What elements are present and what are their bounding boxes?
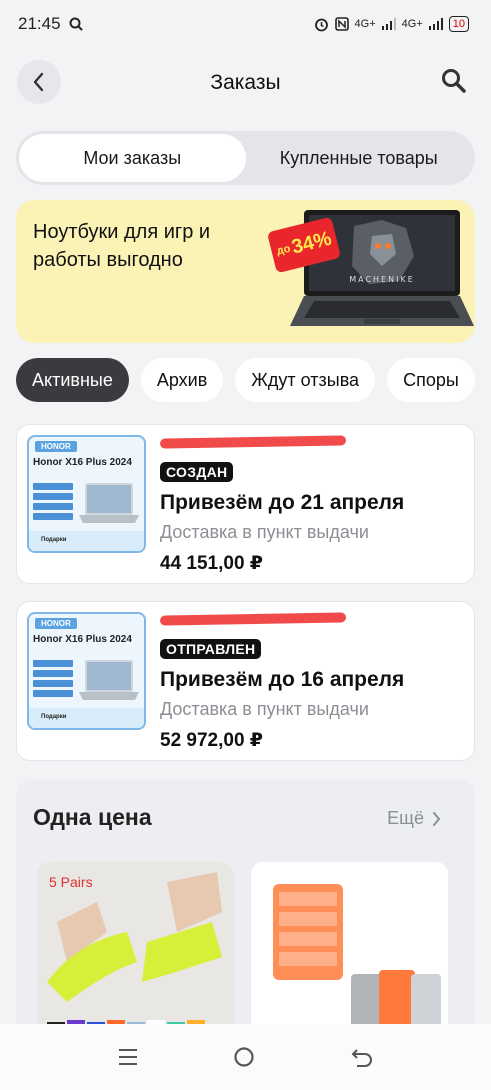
order-price: 44 151,00 ₽	[160, 553, 264, 574]
signal-1-label: 4G+	[354, 18, 376, 30]
see-more-link[interactable]: Ещё	[387, 808, 441, 829]
filter-archive[interactable]: Архив	[140, 358, 224, 402]
laptop-brand: MACHENIKE	[349, 275, 415, 284]
thumb-gifts-label: Подарки	[41, 537, 67, 543]
orders-segmented-control: Мои заказы Купленные товары	[16, 131, 475, 185]
thumb-specs	[33, 660, 73, 700]
thumb-gifts-label: Подарки	[41, 714, 67, 720]
thumb-brand: HONOR	[35, 441, 77, 452]
see-more-label: Ещё	[387, 808, 424, 828]
redacted-order-number	[159, 612, 347, 626]
order-price: 52 972,00 ₽	[160, 730, 264, 751]
signal-bars-icon	[381, 18, 396, 30]
filter-disputes[interactable]: Споры	[387, 358, 475, 402]
thumb-brand: HONOR	[35, 618, 77, 629]
status-right: 4G+ 4G+ 10	[314, 16, 469, 32]
tab-purchased-items[interactable]: Купленные товары	[246, 134, 473, 182]
discount-prefix: до	[275, 242, 292, 258]
menu-icon[interactable]	[118, 1048, 138, 1066]
status-left: 21:45	[18, 14, 83, 34]
redacted-order-number	[159, 435, 347, 449]
page-title: Заказы	[210, 71, 281, 94]
discount-value: 34%	[289, 227, 334, 259]
order-card[interactable]: HONOR Honor X16 Plus 2024 Подарки ОТПРАВ…	[16, 601, 475, 761]
status-badge: СОЗДАН	[160, 462, 234, 482]
promo-text: Ноутбуки для игр и работы выгодно	[33, 221, 211, 271]
product-thumbnail: HONOR Honor X16 Plus 2024 Подарки	[27, 435, 146, 553]
battery-icon: 10	[448, 16, 469, 32]
nfc-icon	[334, 17, 349, 31]
section-title: Одна цена	[33, 804, 152, 830]
thumb-specs	[33, 483, 73, 523]
back-button[interactable]	[17, 60, 61, 104]
promo-banner[interactable]: Ноутбуки для игр и работы выгодно MACHEN…	[16, 200, 475, 343]
order-delivery-date: Привезём до 21 апреля	[160, 491, 405, 514]
thumb-gifts: Подарки	[29, 531, 144, 551]
thumb-laptop-image	[79, 660, 139, 700]
search-status-icon	[69, 17, 83, 31]
order-delivery-method: Доставка в пункт выдачи	[160, 699, 369, 719]
search-icon	[442, 69, 466, 93]
order-filters: Активные Архив Ждут отзыва Споры	[16, 358, 491, 402]
filter-awaiting-review[interactable]: Ждут отзыва	[235, 358, 376, 402]
thumb-gifts: Подарки	[29, 708, 144, 728]
thumb-laptop-image	[79, 483, 139, 523]
order-delivery-date: Привезём до 16 апреля	[160, 668, 405, 691]
chevron-right-icon	[433, 811, 441, 826]
status-bar: 21:45 4G+ 4G+ 10	[0, 0, 491, 48]
chevron-left-icon	[33, 72, 44, 92]
search-button[interactable]	[439, 66, 469, 96]
thumb-model: Honor X16 Plus 2024	[33, 457, 132, 468]
tab-my-orders[interactable]: Мои заказы	[19, 134, 246, 182]
back-nav-icon[interactable]	[351, 1047, 373, 1067]
signal-2-label: 4G+	[401, 18, 423, 30]
system-nav-bar	[0, 1024, 491, 1090]
filter-active[interactable]: Активные	[16, 358, 129, 402]
signal-bars-icon	[428, 18, 443, 30]
app-header: Заказы	[0, 56, 491, 110]
clock: 21:45	[18, 14, 61, 33]
order-card[interactable]: HONOR Honor X16 Plus 2024 Подарки СОЗДАН…	[16, 424, 475, 584]
order-delivery-method: Доставка в пункт выдачи	[160, 522, 369, 542]
status-badge: ОТПРАВЛЕН	[160, 639, 262, 659]
thumb-model: Honor X16 Plus 2024	[33, 634, 132, 645]
product-tag: 5 Pairs	[49, 874, 93, 890]
product-thumbnail: HONOR Honor X16 Plus 2024 Подарки	[27, 612, 146, 730]
alarm-icon	[314, 18, 328, 31]
home-icon[interactable]	[233, 1046, 255, 1068]
